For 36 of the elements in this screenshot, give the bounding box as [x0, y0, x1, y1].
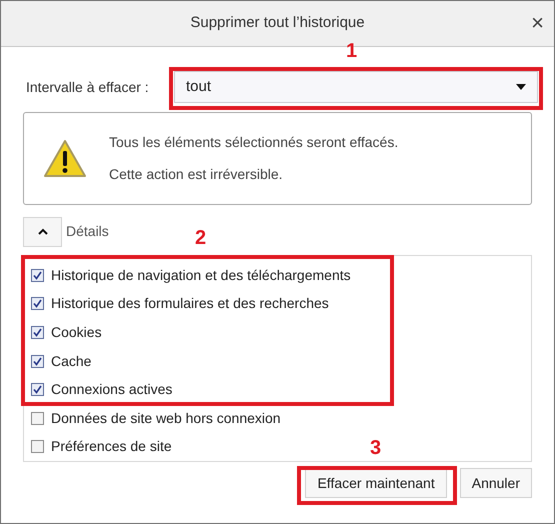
check-icon [33, 328, 42, 337]
checkbox[interactable] [31, 412, 44, 425]
warning-text: Tous les éléments sélectionnés seront effacés. [109, 133, 398, 152]
annotation-number: 3 [370, 438, 382, 458]
range-dropdown[interactable]: tout [174, 71, 538, 103]
window-title: Supprimer tout l’historique [190, 13, 365, 34]
dropdown-value: tout [186, 76, 212, 97]
details-label[interactable]: Détails [66, 221, 109, 242]
item-label[interactable]: Connexions actives [51, 379, 172, 400]
checkbox[interactable] [31, 383, 44, 396]
annotation-number: 2 [195, 228, 206, 248]
range-label: Intervalle à effacer : [25, 78, 150, 96]
item-label[interactable]: Préférences de site [51, 436, 172, 458]
clear-now-button[interactable]: Effacer maintenant [305, 468, 447, 498]
checkbox[interactable] [31, 297, 44, 310]
item-label[interactable]: Historique des formulaires et des recherches [51, 293, 329, 314]
checkbox[interactable] [31, 268, 44, 282]
item-label[interactable]: Données de site web hors connexion [51, 408, 281, 429]
checkbox[interactable] [31, 326, 44, 339]
annotation-number: 1 [346, 41, 358, 61]
warning-icon [43, 138, 87, 178]
check-icon [33, 356, 42, 366]
item-label[interactable]: Cookies [51, 322, 102, 343]
close-button[interactable]: × [531, 12, 544, 34]
cancel-button[interactable]: Annuler [460, 468, 532, 498]
details-toggle[interactable] [23, 216, 62, 246]
chevron-icon [38, 228, 48, 235]
item-label[interactable]: Historique de navigation et des téléchargements [51, 264, 351, 286]
checkbox[interactable] [31, 354, 44, 368]
check-icon [33, 270, 42, 280]
warning-text: Cette action est irréversible. [109, 165, 284, 184]
item-label[interactable]: Cache [51, 350, 92, 372]
checkbox[interactable] [31, 440, 44, 454]
check-icon [33, 299, 42, 308]
check-icon [33, 385, 42, 394]
caret-icon [516, 84, 526, 90]
